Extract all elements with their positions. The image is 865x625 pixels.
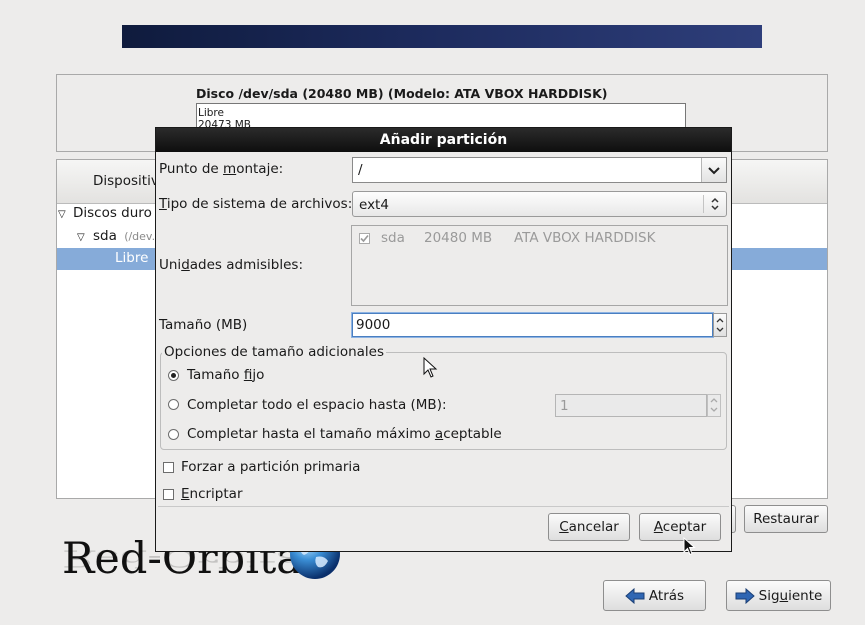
drive-model: ATA VBOX HARDDISK xyxy=(514,230,656,246)
fill-upto-radio[interactable] xyxy=(168,399,179,410)
expander-down-icon[interactable]: ▽ xyxy=(77,232,85,243)
size-spin-input[interactable]: 9000 xyxy=(352,313,713,337)
mount-point-combo[interactable]: / xyxy=(352,157,727,183)
disk-title: Disco /dev/sda (20480 MB) (Modelo: ATA V… xyxy=(196,86,608,101)
mount-point-label: Punto de montaje: xyxy=(159,161,284,177)
tree-item-path: (/dev. xyxy=(124,230,156,243)
restore-button-label: Restaurar xyxy=(753,511,819,527)
size-options-title: Opciones de tamaño adicionales xyxy=(162,344,387,360)
chevron-down-icon xyxy=(708,167,720,175)
cancel-button[interactable]: Cancelar xyxy=(548,513,630,541)
force-primary-checkbox[interactable] xyxy=(163,462,174,473)
installer-banner xyxy=(122,25,762,48)
next-button[interactable]: Siguiente xyxy=(726,580,831,611)
fixed-size-radio[interactable] xyxy=(168,370,179,381)
dialog-title: Añadir partición xyxy=(156,128,731,152)
tree-item-hard-drives[interactable]: ▽ Discos duro xyxy=(58,205,152,221)
fill-upto-label: Completar todo el espacio hasta (MB): xyxy=(187,397,447,413)
expander-down-icon[interactable]: ▽ xyxy=(58,209,66,220)
spin-arrows-icon xyxy=(716,318,724,332)
mouse-pointer-icon xyxy=(683,537,696,556)
spin-arrows-icon xyxy=(710,398,718,412)
filesystem-type-value: ext4 xyxy=(359,197,389,213)
drive-size: 20480 MB xyxy=(424,230,493,246)
arrow-right-icon xyxy=(735,587,755,604)
restore-button[interactable]: Restaurar xyxy=(744,505,828,533)
tree-item-sda[interactable]: ▽ sda (/dev. xyxy=(77,228,155,244)
mount-point-value: / xyxy=(358,162,363,178)
encrypt-label: Encriptar xyxy=(181,486,243,502)
filesystem-type-label: Tipo de sistema de archivos: xyxy=(159,196,353,212)
dialog-separator xyxy=(158,506,729,507)
checkmark-icon xyxy=(360,234,369,243)
drive-name: sda xyxy=(381,230,405,246)
accept-button[interactable]: Aceptar xyxy=(639,513,721,541)
next-button-label: Siguiente xyxy=(758,587,823,604)
encrypt-checkbox[interactable] xyxy=(163,489,174,500)
updown-arrows-icon xyxy=(703,195,726,213)
arrow-left-icon xyxy=(625,587,645,604)
drive-sda-checkbox[interactable] xyxy=(359,233,370,244)
size-value: 9000 xyxy=(356,317,391,333)
fill-upto-input[interactable]: 1 xyxy=(555,394,707,417)
tree-item-label: Libre xyxy=(115,250,149,266)
force-primary-label: Forzar a partición primaria xyxy=(181,459,361,475)
mount-point-dropdown-button[interactable] xyxy=(701,158,726,182)
back-button[interactable]: Atrás xyxy=(603,580,706,611)
fill-upto-value: 1 xyxy=(560,398,569,414)
allowable-drives-label: Unidades admisibles: xyxy=(159,257,303,273)
size-label: Tamaño (MB) xyxy=(159,317,248,333)
accept-button-label: Aceptar xyxy=(653,519,707,535)
tree-item-label: sda xyxy=(93,228,117,244)
mouse-pointer-icon xyxy=(423,357,438,378)
size-spin-buttons[interactable] xyxy=(713,313,727,337)
fill-upto-spin-buttons[interactable] xyxy=(707,394,721,417)
back-button-label: Atrás xyxy=(648,587,685,604)
cancel-button-label: Cancelar xyxy=(559,519,619,535)
fill-max-label: Completar hasta el tamaño máximo aceptab… xyxy=(187,426,502,442)
fill-max-radio[interactable] xyxy=(168,429,179,440)
allowable-drives-list[interactable]: sda 20480 MB ATA VBOX HARDDISK xyxy=(351,225,728,306)
tree-item-label: Discos duro xyxy=(73,205,152,221)
filesystem-type-select[interactable]: ext4 xyxy=(352,191,727,217)
disk-bar-label: Libre xyxy=(198,107,224,119)
fixed-size-label: Tamaño fijo xyxy=(187,367,265,383)
tree-header-label: Dispositiv xyxy=(93,173,159,189)
